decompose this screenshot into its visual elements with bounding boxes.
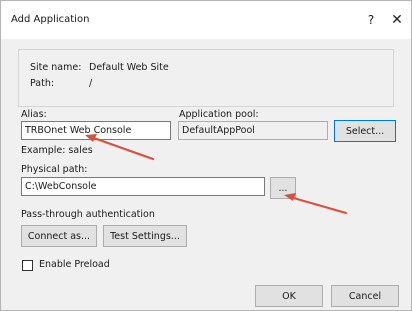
connect-as-button[interactable]: Connect as... <box>21 225 97 247</box>
site-info-box: Site name: Default Web Site Path: / <box>18 49 394 107</box>
app-pool-label: Application pool: <box>179 109 259 120</box>
app-pool-field <box>178 121 328 140</box>
site-name-label: Site name: <box>30 62 82 73</box>
enable-preload-label: Enable Preload <box>39 259 110 270</box>
site-name-value: Default Web Site <box>89 62 169 73</box>
title-bar: Add Application ? ✕ <box>1 1 411 39</box>
physical-path-label: Physical path: <box>21 164 88 175</box>
test-settings-button[interactable]: Test Settings... <box>103 225 187 247</box>
select-app-pool-button[interactable]: Select... <box>334 120 396 142</box>
physical-path-input[interactable] <box>21 177 265 196</box>
passthrough-auth-label: Pass-through authentication <box>21 209 155 220</box>
path-label: Path: <box>30 78 55 89</box>
ok-button[interactable]: OK <box>255 285 323 307</box>
path-value: / <box>89 78 93 89</box>
close-button[interactable]: ✕ <box>384 7 410 33</box>
alias-input[interactable] <box>21 121 171 140</box>
alias-example: Example: sales <box>21 145 93 156</box>
alias-label: Alias: <box>21 109 47 120</box>
enable-preload-checkbox[interactable] <box>22 260 33 271</box>
dialog-title: Add Application <box>11 14 90 25</box>
help-button[interactable]: ? <box>358 7 384 33</box>
cancel-button[interactable]: Cancel <box>331 285 399 307</box>
browse-path-button[interactable]: ... <box>270 177 296 199</box>
add-application-dialog: Add Application ? ✕ Site name: Default W… <box>0 0 412 311</box>
